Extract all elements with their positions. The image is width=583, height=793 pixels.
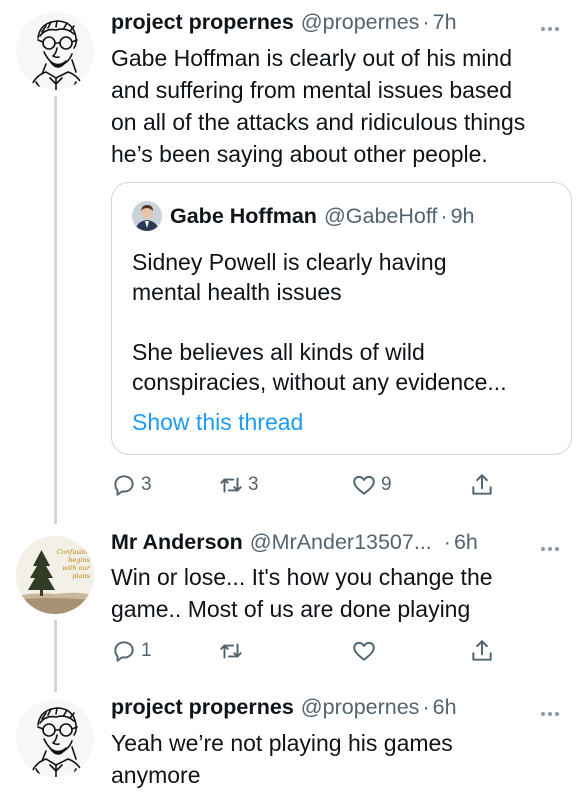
quoted-display-name: Gabe Hoffman <box>170 203 317 228</box>
tweet[interactable]: project propernes @propernes · 6h Yeah w… <box>0 695 583 793</box>
quoted-user-handle: @GabeHoff <box>323 203 438 228</box>
reply-icon <box>114 641 134 662</box>
tweet-header: project propernes @propernes · 7h <box>111 10 569 40</box>
retweet-button[interactable] <box>218 636 248 666</box>
display-name[interactable]: Mr Anderson <box>111 530 243 555</box>
quoted-tweet-header: Gabe Hoffman @GabeHoff · 9h <box>132 201 475 231</box>
sketch-portrait-avatar-icon <box>29 707 85 777</box>
tweet-text: Yeah we’re not playing his games anymore <box>111 730 453 788</box>
display-name[interactable]: project propernes <box>111 10 294 35</box>
share-button[interactable] <box>469 470 495 500</box>
tweet-header: Mr Anderson @MrAnder13507... · 6h <box>111 530 569 560</box>
share-button[interactable] <box>469 636 495 666</box>
more-icon[interactable] <box>539 697 569 717</box>
separator: · <box>443 530 451 554</box>
reply-count: 3 <box>141 474 152 495</box>
retweet-button[interactable]: 3 <box>218 470 259 500</box>
timestamp[interactable]: 7h <box>433 10 457 35</box>
quoted-tweet[interactable]: Gabe Hoffman @GabeHoff · 9h Sidney Powel… <box>111 182 572 455</box>
user-handle[interactable]: @MrAnder13507... <box>250 530 432 555</box>
tweet-text: Gabe Hoffman is clearly out of his mind … <box>111 45 526 167</box>
like-count: 9 <box>381 474 392 495</box>
avatar <box>132 201 162 231</box>
quoted-timestamp: 9h <box>450 203 475 228</box>
retweet-icon <box>220 643 242 659</box>
tweet-header: project propernes @propernes · 6h <box>111 695 569 725</box>
timestamp[interactable]: 6h <box>433 695 457 720</box>
share-icon <box>472 640 492 661</box>
separator: · <box>422 10 430 34</box>
tweet-actions: 3 3 9 <box>111 470 501 500</box>
like-icon <box>353 475 375 495</box>
reply-button[interactable]: 1 <box>111 636 152 666</box>
retweet-icon <box>220 477 242 493</box>
timestamp[interactable]: 6h <box>454 530 478 555</box>
retweet-count: 3 <box>248 474 259 495</box>
like-button[interactable] <box>351 636 381 666</box>
separator: · <box>422 695 430 719</box>
quoted-tweet-text: Sidney Powell is clearly having mental h… <box>132 249 507 395</box>
display-name[interactable]: project propernes <box>111 695 294 720</box>
user-handle[interactable]: @propernes <box>301 10 420 35</box>
tweet-actions: 1 <box>111 636 501 666</box>
reply-icon <box>114 475 134 496</box>
reply-button[interactable]: 3 <box>111 470 152 500</box>
tweet[interactable]: Confusion begins with our plans Mr Ander… <box>0 530 583 670</box>
reply-count: 1 <box>141 640 152 661</box>
share-icon <box>472 474 492 495</box>
sketch-portrait-avatar-icon <box>29 20 85 90</box>
show-thread-link[interactable]: Show this thread <box>132 409 303 436</box>
separator: · <box>440 203 448 228</box>
avatar[interactable] <box>16 699 94 777</box>
more-icon[interactable] <box>539 12 569 32</box>
more-icon[interactable] <box>539 532 569 552</box>
avatar[interactable] <box>16 12 94 90</box>
avatar[interactable]: Confusion begins with our plans <box>16 536 94 614</box>
tweet-text: Win or lose... It's how you change the g… <box>111 564 493 622</box>
like-icon <box>353 641 375 661</box>
tweet[interactable]: project propernes @propernes · 7h Gabe H… <box>0 10 583 510</box>
user-handle[interactable]: @propernes <box>301 695 420 720</box>
avatar-caption: Confusion begins with our plans <box>56 548 90 580</box>
profile-photo-icon <box>132 201 162 231</box>
like-button[interactable]: 9 <box>351 470 392 500</box>
